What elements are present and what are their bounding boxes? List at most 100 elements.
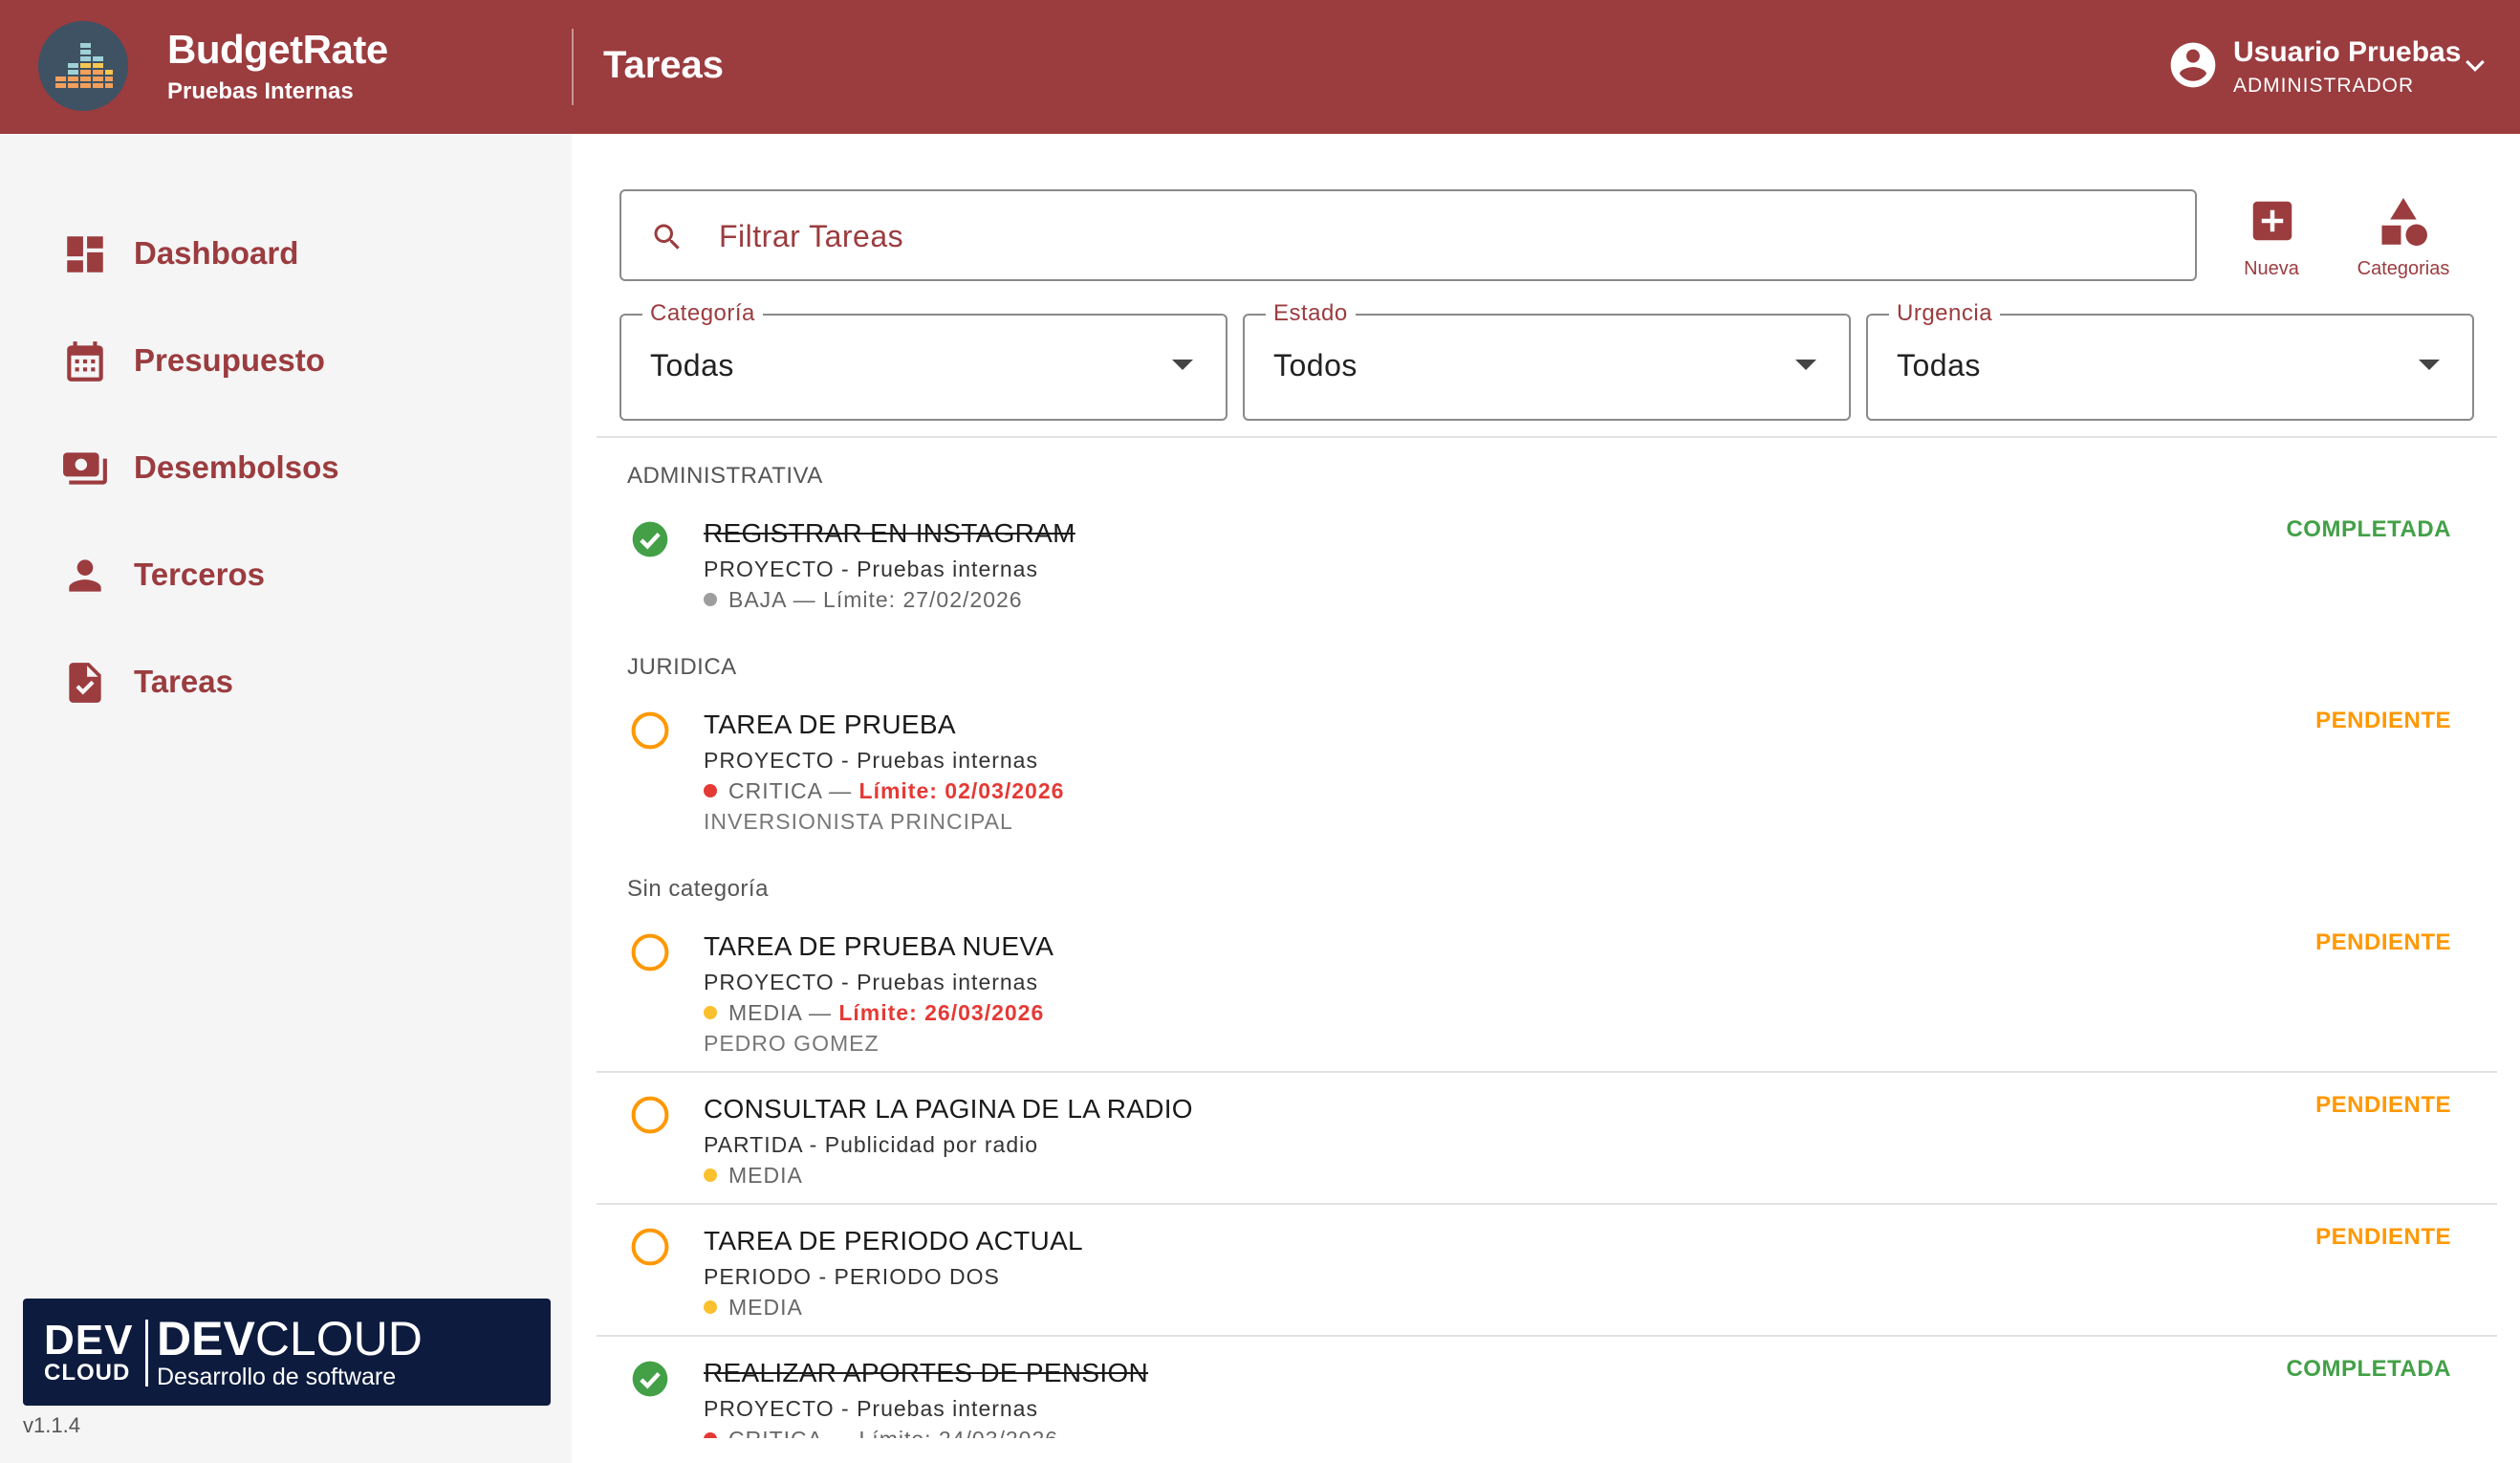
- sidebar-item-label: Terceros: [134, 557, 265, 592]
- task-subtitle: PROYECTO - Pruebas internas: [704, 748, 1038, 773]
- person-icon: [69, 559, 101, 592]
- devcloud-logo-dev: DEV: [44, 1317, 134, 1364]
- filter-value: Todos: [1273, 348, 1358, 382]
- urgency-dot: [704, 1168, 717, 1182]
- new-task-button[interactable]: Nueva: [2233, 191, 2310, 287]
- task-subtitle: PERIODO - PERIODO DOS: [704, 1264, 1000, 1289]
- meta-separator: —: [829, 778, 853, 803]
- task-meta: CRITICA — Límite: 02/03/2026: [704, 778, 1064, 804]
- devcloud-brand-a: DEV: [157, 1312, 255, 1365]
- task-item[interactable]: TAREA DE PERIODO ACTUAL PERIODO - PERIOD…: [597, 1220, 2497, 1325]
- add-box-icon: [2252, 201, 2292, 241]
- status-badge: PENDIENTE: [2315, 708, 2451, 733]
- task-item[interactable]: REALIZAR APORTES DE PENSION PROYECTO - P…: [597, 1352, 2497, 1438]
- urgency-dot: [704, 1300, 717, 1314]
- task-assignee: INVERSIONISTA PRINCIPAL: [704, 809, 1013, 834]
- status-badge: PENDIENTE: [2315, 929, 2451, 955]
- task-subtitle: PROYECTO - Pruebas internas: [704, 970, 1038, 994]
- urgency-dot: [704, 1432, 717, 1438]
- user-name: Usuario Pruebas: [2233, 36, 2462, 68]
- sidebar-item-presupuesto[interactable]: Presupuesto: [0, 317, 572, 404]
- radio-unchecked-icon[interactable]: [629, 931, 671, 973]
- task-urgency: BAJA: [728, 587, 787, 612]
- check-circle-icon[interactable]: [629, 518, 671, 560]
- status-filter-select[interactable]: Estado Todos: [1243, 300, 1851, 421]
- categories-button[interactable]: Categorias: [2348, 191, 2459, 287]
- filter-value: Todas: [1897, 348, 1981, 382]
- account-circle-icon: [2170, 42, 2216, 88]
- sidebar-item-tareas[interactable]: Tareas: [0, 639, 572, 725]
- task-item[interactable]: TAREA DE PRUEBA NUEVA PROYECTO - Pruebas…: [597, 926, 2497, 1059]
- search-input[interactable]: [719, 208, 2153, 264]
- task-deadline: Límite: 27/02/2026: [823, 587, 1023, 612]
- task-subtitle: PROYECTO - Pruebas internas: [704, 1396, 1038, 1421]
- app-subtitle: Pruebas Internas: [167, 78, 354, 104]
- filter-value: Todas: [650, 348, 734, 382]
- task-meta: MEDIA — Límite: 26/03/2026: [704, 1000, 1044, 1026]
- payments-icon: [63, 452, 107, 485]
- task-title: TAREA DE PERIODO ACTUAL: [704, 1226, 1083, 1256]
- app-version: v1.1.4: [23, 1413, 80, 1437]
- task-deadline: Límite: 02/03/2026: [858, 778, 1065, 803]
- urgency-filter-select[interactable]: Urgencia Todas: [1866, 300, 2474, 421]
- radio-unchecked-icon[interactable]: [629, 1094, 671, 1136]
- category-filter-select[interactable]: Categoría Todas: [619, 300, 1227, 421]
- task-title: REALIZAR APORTES DE PENSION: [704, 1358, 1149, 1387]
- task-urgency: MEDIA: [728, 1000, 802, 1025]
- devcloud-logo: DEV CLOUD DEVCLOUD Desarrollo de softwar…: [23, 1299, 551, 1406]
- meta-separator: —: [808, 1000, 832, 1025]
- filter-label: Estado: [1266, 300, 1356, 327]
- task-title: TAREA DE PRUEBA NUEVA: [704, 931, 1054, 961]
- task-urgency: CRITICA: [728, 778, 822, 803]
- dashboard-icon: [67, 236, 103, 273]
- urgency-dot: [704, 593, 717, 606]
- task-urgency: MEDIA: [728, 1163, 803, 1188]
- radio-unchecked-icon[interactable]: [629, 710, 671, 752]
- sidebar-item-desembolsos[interactable]: Desembolsos: [0, 425, 572, 511]
- devcloud-brand-b: CLOUD: [254, 1312, 423, 1365]
- dropdown-arrow-icon: [1172, 360, 1193, 370]
- divider: [597, 1071, 2497, 1073]
- devcloud-tagline: Desarrollo de software: [157, 1364, 397, 1390]
- sidebar-item-dashboard[interactable]: Dashboard: [0, 210, 572, 296]
- task-item[interactable]: REGISTRAR EN INSTAGRAM PROYECTO - Prueba…: [597, 513, 2497, 618]
- new-task-label: Nueva: [2244, 258, 2299, 279]
- sidebar-item-label: Tareas: [134, 664, 233, 699]
- sidebar-item-label: Desembolsos: [134, 449, 339, 485]
- urgency-dot: [704, 784, 717, 797]
- search-box: [619, 189, 2197, 281]
- task-title: TAREA DE PRUEBA: [704, 710, 956, 739]
- chevron-down-icon[interactable]: [2461, 52, 2489, 80]
- task-subtitle: PROYECTO - Pruebas internas: [704, 557, 1038, 581]
- status-badge: COMPLETADA: [2286, 516, 2451, 542]
- task-meta: MEDIA: [704, 1163, 803, 1189]
- user-menu[interactable]: Usuario Pruebas ADMINISTRADOR: [2157, 27, 2501, 107]
- meta-separator: —: [793, 587, 816, 612]
- divider: [597, 1335, 2497, 1337]
- status-badge: PENDIENTE: [2315, 1224, 2451, 1250]
- sidebar-item-label: Presupuesto: [134, 342, 325, 378]
- dropdown-arrow-icon: [1795, 360, 1816, 370]
- task-title: CONSULTAR LA PAGINA DE LA RADIO: [704, 1094, 1193, 1124]
- task-meta: MEDIA: [704, 1295, 803, 1321]
- header-divider: [572, 29, 574, 105]
- devcloud-logo-bar: [145, 1320, 148, 1387]
- task-meta: BAJA — Límite: 27/02/2026: [704, 587, 1023, 613]
- group-header: Sin categoría: [627, 876, 769, 902]
- sidebar-item-label: Dashboard: [134, 235, 299, 271]
- dropdown-arrow-icon: [2419, 360, 2440, 370]
- radio-unchecked-icon[interactable]: [629, 1226, 671, 1268]
- task-item[interactable]: CONSULTAR LA PAGINA DE LA RADIO PARTIDA …: [597, 1088, 2497, 1193]
- meta-separator: —: [829, 1427, 852, 1438]
- app-header: BudgetRate Pruebas Internas Tareas Usuar…: [0, 0, 2520, 134]
- category-shapes-icon: [2381, 198, 2427, 246]
- sidebar-item-terceros[interactable]: Terceros: [0, 532, 572, 618]
- task-title: REGISTRAR EN INSTAGRAM: [704, 518, 1075, 548]
- divider: [597, 1203, 2497, 1205]
- task-urgency: MEDIA: [728, 1295, 803, 1320]
- task-item[interactable]: TAREA DE PRUEBA PROYECTO - Pruebas inter…: [597, 704, 2497, 838]
- check-circle-icon[interactable]: [629, 1358, 671, 1400]
- sidebar: Dashboard Presupuesto Desembolsos Tercer…: [0, 134, 572, 1463]
- page-title: Tareas: [603, 44, 725, 86]
- task-icon: [69, 663, 101, 703]
